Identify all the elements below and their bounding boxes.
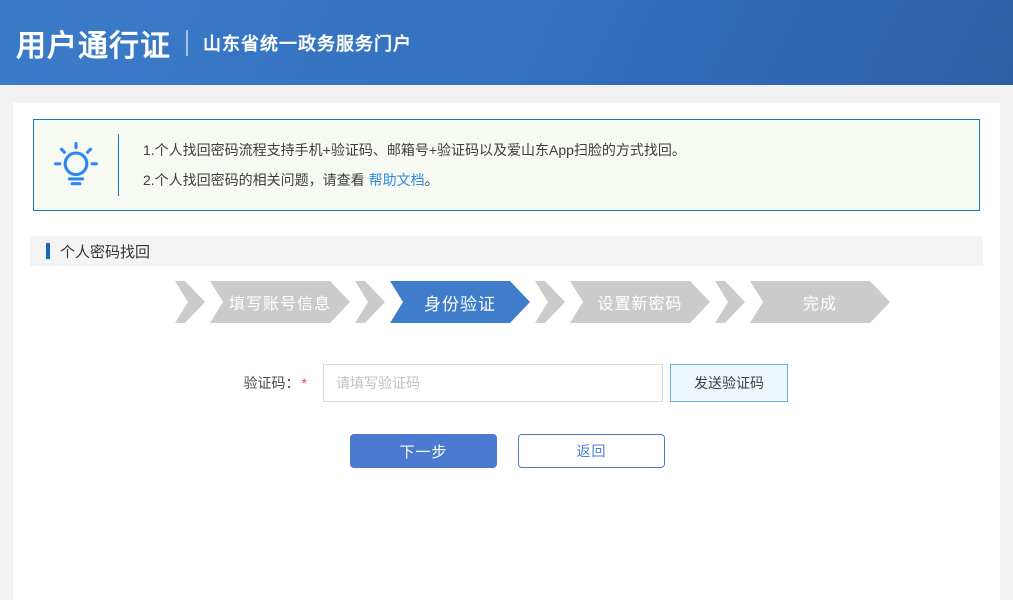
send-code-button[interactable]: 发送验证码 xyxy=(670,364,788,402)
notice-line-2: 2.个人找回密码的相关问题，请查看 帮助文档。 xyxy=(143,165,686,195)
wizard-steps: 填写账号信息 身份验证 设置新密码 完成 xyxy=(175,281,1000,323)
captcha-label: 验证码：* xyxy=(13,373,323,393)
notice-line-1: 1.个人找回密码流程支持手机+验证码、邮箱号+验证码以及爱山东App扫脸的方式找… xyxy=(143,135,686,165)
next-step-button[interactable]: 下一步 xyxy=(350,434,497,468)
section-accent-bar xyxy=(46,243,50,259)
step-identity-verification: 身份验证 xyxy=(390,281,530,323)
section-title: 个人密码找回 xyxy=(60,241,150,262)
step-fill-account-info: 填写账号信息 xyxy=(210,281,350,323)
notice-line-2-period: 。 xyxy=(425,172,439,188)
step-connector-icon xyxy=(355,281,385,323)
step-connector-icon xyxy=(535,281,565,323)
section-header: 个人密码找回 xyxy=(30,236,983,266)
notice-line-2-text: 2.个人找回密码的相关问题，请查看 xyxy=(143,172,369,188)
app-title: 用户通行证 xyxy=(16,21,171,65)
action-buttons: 下一步 返回 xyxy=(350,434,1000,468)
step-connector-icon xyxy=(175,281,205,323)
page-header: 用户通行证 山东省统一政务服务门户 xyxy=(0,0,1013,85)
help-doc-link[interactable]: 帮助文档 xyxy=(369,172,425,188)
main-card: 1.个人找回密码流程支持手机+验证码、邮箱号+验证码以及爱山东App扫脸的方式找… xyxy=(13,103,1000,600)
required-asterisk: * xyxy=(302,375,307,391)
captcha-label-text: 验证码： xyxy=(244,375,300,391)
captcha-input[interactable] xyxy=(323,364,663,402)
step-set-new-password: 设置新密码 xyxy=(570,281,710,323)
step-connector-icon xyxy=(715,281,745,323)
captcha-form-row: 验证码：* 发送验证码 xyxy=(13,364,1000,402)
portal-name: 山东省统一政务服务门户 xyxy=(203,30,412,56)
step-complete: 完成 xyxy=(750,281,890,323)
header-divider xyxy=(186,30,188,56)
lightbulb-icon xyxy=(52,139,100,191)
notice-icon-cell xyxy=(34,120,118,210)
back-button[interactable]: 返回 xyxy=(518,434,665,468)
notice-box: 1.个人找回密码流程支持手机+验证码、邮箱号+验证码以及爱山东App扫脸的方式找… xyxy=(33,119,980,211)
